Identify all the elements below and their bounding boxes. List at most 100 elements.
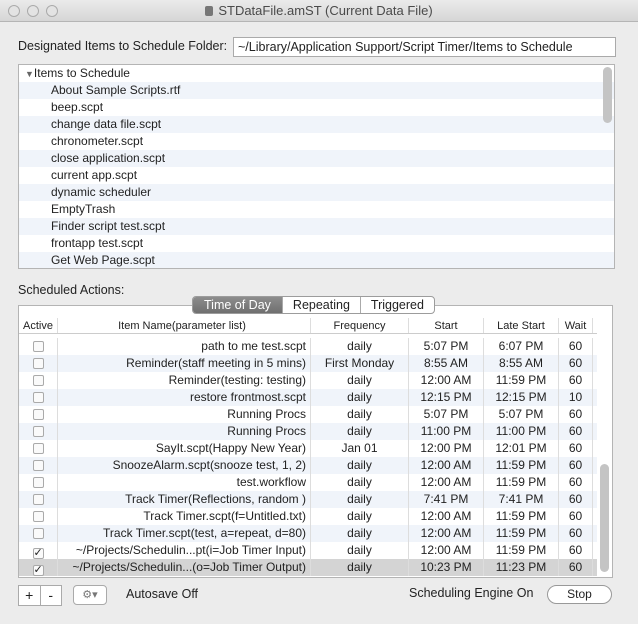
cell-late: 7:41 PM: [484, 491, 559, 508]
active-checkbox[interactable]: [32, 341, 44, 352]
cell-start: 12:00 AM: [409, 474, 484, 491]
active-checkbox[interactable]: [32, 494, 44, 505]
tab-bar: Time of Day Repeating Triggered: [192, 296, 435, 314]
active-checkbox[interactable]: [32, 511, 44, 522]
cell-name: restore frontmost.scpt: [58, 389, 311, 406]
cell-wait: 60: [559, 423, 593, 440]
window-title: STDataFile.amST (Current Data File): [218, 3, 433, 18]
zoom-button[interactable]: [46, 5, 58, 17]
list-item[interactable]: frontapp test.scpt: [19, 235, 614, 252]
cell-frequency: First Monday: [311, 355, 409, 372]
table-scrollbar[interactable]: [600, 464, 609, 572]
active-checkbox[interactable]: ✓: [32, 565, 44, 576]
cell-late: 11:00 PM: [484, 423, 559, 440]
table-row[interactable]: Reminder(testing: testing) daily 12:00 AM 1…: [19, 372, 597, 389]
cell-wait: 60: [559, 372, 593, 389]
cell-start: 12:00 AM: [409, 525, 484, 542]
table-row[interactable]: Track Timer.scpt(f=Untitled.txt) daily 12:…: [19, 508, 597, 525]
tab-triggered[interactable]: Triggered: [361, 297, 434, 313]
cell-start: 12:00 AM: [409, 508, 484, 525]
cell-late: 12:01 PM: [484, 440, 559, 457]
add-button[interactable]: +: [19, 586, 41, 605]
cell-start: 5:07 PM: [409, 338, 484, 355]
remove-button[interactable]: -: [41, 586, 62, 605]
list-scrollbar[interactable]: [603, 67, 612, 123]
table-row[interactable]: Track Timer.scpt(test, a=repeat, d=80) da…: [19, 525, 597, 542]
cell-wait: 60: [559, 457, 593, 474]
cell-late: 11:23 PM: [484, 559, 559, 576]
table-row[interactable]: SnoozeAlarm.scpt(snooze test, 1, 2) daily…: [19, 457, 597, 474]
table-row[interactable]: ✓ ~/Projects/Schedulin...(o=Job Timer Out…: [19, 559, 597, 576]
list-item[interactable]: close application.scpt: [19, 150, 614, 167]
cell-name: Track Timer.scpt(test, a=repeat, d=80): [58, 525, 311, 542]
disclosure-triangle-icon[interactable]: ▼: [25, 69, 34, 79]
active-checkbox[interactable]: [32, 477, 44, 488]
cell-frequency: Jan 01: [311, 440, 409, 457]
column-header[interactable]: Item Name(parameter list): [58, 318, 311, 333]
active-checkbox[interactable]: [32, 392, 44, 403]
cell-frequency: daily: [311, 389, 409, 406]
table-header: Active Item Name(parameter list) Frequency…: [19, 318, 597, 334]
cell-wait: 60: [559, 542, 593, 559]
list-item[interactable]: chronometer.scpt: [19, 133, 614, 150]
active-checkbox[interactable]: [32, 460, 44, 471]
cell-frequency: daily: [311, 559, 409, 576]
gear-menu-button[interactable]: ⚙▾: [73, 585, 107, 605]
cell-frequency: daily: [311, 457, 409, 474]
cell-late: 11:59 PM: [484, 508, 559, 525]
cell-wait: 60: [559, 474, 593, 491]
table-row[interactable]: Reminder(staff meeting in 5 mins) First M…: [19, 355, 597, 372]
table-row[interactable]: Running Procs daily 11:00 PM 11:00 PM 60: [19, 423, 597, 440]
list-item[interactable]: About Sample Scripts.rtf: [19, 82, 614, 99]
table-row[interactable]: Track Timer(Reflections, random ) daily 7:…: [19, 491, 597, 508]
cell-start: 5:07 PM: [409, 406, 484, 423]
active-checkbox[interactable]: [32, 375, 44, 386]
list-item[interactable]: beep.scpt: [19, 99, 614, 116]
active-checkbox[interactable]: [32, 528, 44, 539]
cell-wait: 60: [559, 406, 593, 423]
active-checkbox[interactable]: [32, 358, 44, 369]
table-row[interactable]: ✓ ~/Projects/Schedulin...pt(i=Job Timer I…: [19, 542, 597, 559]
list-item[interactable]: Get Web Page.scpt: [19, 252, 614, 268]
active-checkbox[interactable]: [32, 426, 44, 437]
cell-name: test.workflow: [58, 474, 311, 491]
cell-name: Reminder(staff meeting in 5 mins): [58, 355, 311, 372]
list-item[interactable]: dynamic scheduler: [19, 184, 614, 201]
cell-start: 12:15 PM: [409, 389, 484, 406]
cell-wait: 10: [559, 389, 593, 406]
cell-late: 6:07 PM: [484, 338, 559, 355]
list-group-header[interactable]: ▼Items to Schedule: [19, 65, 614, 82]
column-header[interactable]: Late Start: [484, 318, 559, 333]
cell-start: 12:00 AM: [409, 542, 484, 559]
table-row[interactable]: path to me test.scpt daily 5:07 PM 6:07 PM 6…: [19, 338, 597, 355]
column-header[interactable]: Active: [19, 318, 58, 333]
folder-path-input[interactable]: [233, 37, 616, 57]
active-checkbox[interactable]: [32, 443, 44, 454]
column-header[interactable]: Wait: [559, 318, 593, 333]
add-remove-control: + -: [18, 585, 62, 606]
cell-wait: 60: [559, 508, 593, 525]
scheduled-actions-table[interactable]: Active Item Name(parameter list) Frequency…: [18, 305, 613, 578]
items-list[interactable]: ▼Items to Schedule About Sample Scripts.r…: [18, 64, 615, 269]
table-row[interactable]: restore frontmost.scpt daily 12:15 PM 12:15…: [19, 389, 597, 406]
cell-name: path to me test.scpt: [58, 338, 311, 355]
active-checkbox[interactable]: [32, 409, 44, 420]
list-item[interactable]: current app.scpt: [19, 167, 614, 184]
close-button[interactable]: [8, 5, 20, 17]
tab-repeating[interactable]: Repeating: [283, 297, 361, 313]
cell-wait: 60: [559, 491, 593, 508]
list-item[interactable]: Finder script test.scpt: [19, 218, 614, 235]
minimize-button[interactable]: [27, 5, 39, 17]
cell-frequency: daily: [311, 508, 409, 525]
list-item[interactable]: change data file.scpt: [19, 116, 614, 133]
active-checkbox[interactable]: ✓: [32, 548, 44, 559]
tab-time-of-day[interactable]: Time of Day: [193, 297, 283, 313]
table-row[interactable]: SayIt.scpt(Happy New Year) Jan 01 12:00 PM…: [19, 440, 597, 457]
list-item[interactable]: EmptyTrash: [19, 201, 614, 218]
table-row[interactable]: test.workflow daily 12:00 AM 11:59 PM 60: [19, 474, 597, 491]
column-header[interactable]: Frequency: [311, 318, 409, 333]
stop-button[interactable]: Stop: [547, 585, 612, 604]
column-header[interactable]: Start: [409, 318, 484, 333]
cell-late: 11:59 PM: [484, 474, 559, 491]
table-row[interactable]: Running Procs daily 5:07 PM 5:07 PM 60: [19, 406, 597, 423]
